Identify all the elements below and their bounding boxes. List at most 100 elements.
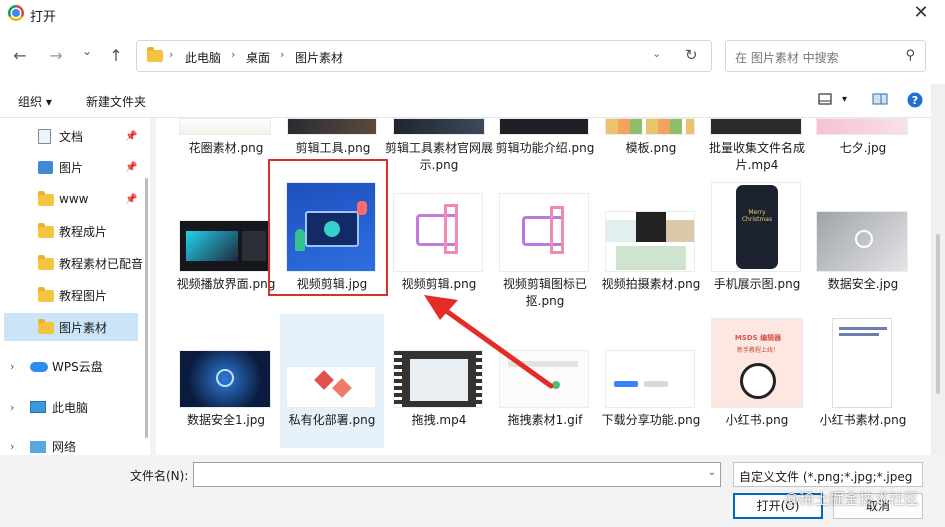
file-name[interactable]: 模板.png [596, 140, 706, 157]
file-thumbnail[interactable] [499, 193, 589, 272]
close-icon[interactable]: ✕ [909, 2, 933, 23]
svg-text:?: ? [912, 94, 918, 107]
file-thumbnail[interactable] [710, 118, 802, 135]
view-options-chevron-icon[interactable]: ▾ [842, 94, 847, 105]
sidebar-item-tutorial-dubbed[interactable]: 教程素材已配音 [0, 249, 144, 277]
file-name[interactable]: 小红书素材.png [808, 412, 918, 429]
sidebar-scrollbar[interactable] [145, 178, 148, 438]
file-name[interactable]: 小红书.png [702, 412, 812, 429]
file-name[interactable]: 视频拍摄素材.png [596, 276, 706, 293]
file-name[interactable]: 七夕.jpg [808, 140, 918, 157]
file-name[interactable]: 私有化部署.png [277, 412, 387, 429]
file-thumbnail[interactable] [816, 211, 908, 272]
sidebar-item-network[interactable]: › 网络 [0, 432, 140, 455]
sidebar-item-documents[interactable]: 文档 📌 [0, 122, 140, 150]
file-thumbnail[interactable] [179, 220, 271, 272]
pin-icon: 📌 [125, 161, 138, 173]
file-thumbnail[interactable]: MSDS 编辑器 新手教程上线！ [711, 318, 803, 408]
file-thumbnail[interactable] [499, 118, 589, 135]
sidebar-item-this-pc[interactable]: › 此电脑 [0, 393, 140, 421]
sidebar-item-pictures[interactable]: 图片 📌 [0, 153, 140, 181]
breadcrumb-desktop[interactable]: 桌面 [246, 49, 270, 66]
file-name[interactable]: 批量收集文件名成片.mp4 [702, 140, 812, 174]
new-folder-button[interactable]: 新建文件夹 [86, 93, 146, 110]
sidebar-item-label: 教程素材已配音 [59, 256, 144, 271]
pin-icon: 📌 [125, 193, 138, 205]
file-thumbnail[interactable] [393, 118, 485, 135]
file-name[interactable]: 视频剪辑图标已抠.png [490, 276, 600, 310]
forward-arrow-icon[interactable]: → [46, 46, 66, 65]
pictures-icon [38, 161, 53, 174]
file-name[interactable]: 拖拽素材1.gif [490, 412, 600, 429]
cloud-icon [30, 362, 48, 372]
up-arrow-icon[interactable]: ↑ [106, 46, 126, 65]
sidebar-item-tutorial-videos[interactable]: 教程成片 [0, 217, 140, 245]
filename-input[interactable]: ⌄ [193, 462, 721, 487]
sidebar-item-label: 教程成片 [59, 224, 108, 239]
breadcrumb-separator: › [231, 48, 236, 61]
navigation-pane: 文档 📌 图片 📌 www 📌 教程成片 教程素材已配音 教程图片 图片素材 ›… [0, 118, 150, 455]
pc-icon [30, 401, 46, 413]
open-file-dialog: 打开 ✕ ← → ⌄ ↑ › 此电脑 › 桌面 › 图片素材 ⌄ ↻ 在 图片素… [0, 0, 945, 527]
view-mode-icon[interactable] [818, 93, 832, 108]
scrollbar-thumb[interactable] [936, 234, 940, 394]
file-type-value: 自定义文件 (*.png;*.jpg;*.jpeg [739, 470, 913, 484]
file-thumbnail[interactable] [832, 318, 892, 408]
file-thumbnail[interactable] [179, 118, 271, 135]
file-thumbnail[interactable] [605, 118, 695, 135]
sidebar-item-tutorial-images[interactable]: 教程图片 [0, 281, 140, 309]
expand-chevron-icon[interactable]: › [10, 440, 14, 453]
sidebar-item-www[interactable]: www 📌 [0, 185, 140, 213]
expand-chevron-icon[interactable]: › [10, 401, 14, 414]
file-thumbnail[interactable] [286, 366, 376, 408]
title-bar: 打开 ✕ [0, 0, 945, 28]
file-name[interactable]: 剪辑工具素材官网展示.png [384, 140, 494, 174]
search-box[interactable]: 在 图片素材 中搜索 ⚲ [725, 40, 926, 72]
command-bar: 组织 ▾ 新建文件夹 ▾ ? [0, 84, 945, 118]
breadcrumb-picture-assets[interactable]: 图片素材 [295, 49, 343, 66]
file-thumbnail[interactable] [393, 350, 483, 408]
breadcrumb-this-pc[interactable]: 此电脑 [185, 49, 221, 66]
address-bar[interactable]: › 此电脑 › 桌面 › 图片素材 ⌄ ↻ [136, 40, 712, 72]
file-thumbnail[interactable] [499, 350, 589, 408]
file-thumbnail[interactable] [605, 350, 695, 408]
file-thumbnail[interactable]: Merry Christmas [711, 182, 801, 272]
file-name[interactable]: 手机展示图.png [702, 276, 812, 293]
refresh-icon[interactable]: ↻ [685, 46, 698, 64]
file-name[interactable]: 拖拽.mp4 [384, 412, 494, 429]
file-thumbnail[interactable] [816, 118, 908, 135]
expand-chevron-icon[interactable]: › [10, 360, 14, 373]
file-name[interactable]: 花圈素材.png [171, 140, 281, 157]
file-name[interactable]: 剪辑功能介绍.png [490, 140, 600, 157]
sidebar-item-wps-cloud[interactable]: › WPS云盘 [0, 352, 140, 380]
file-type-select[interactable]: 自定义文件 (*.png;*.jpg;*.jpeg [733, 462, 923, 487]
chevron-down-icon[interactable]: ⌄ [708, 467, 716, 478]
search-icon[interactable]: ⚲ [905, 48, 915, 63]
sidebar-item-label: 文档 [59, 129, 84, 144]
file-thumbnail[interactable] [605, 211, 695, 272]
preview-pane-icon[interactable] [872, 93, 888, 108]
filename-label: 文件名(N): [130, 469, 189, 483]
search-input[interactable]: 在 图片素材 中搜索 [735, 49, 839, 66]
sidebar-item-picture-assets[interactable]: 图片素材 [4, 313, 138, 341]
file-thumbnail[interactable] [393, 193, 483, 272]
watermark: @稀土掘金技术社区 [784, 490, 920, 508]
back-arrow-icon[interactable]: ← [10, 46, 30, 65]
file-name[interactable]: 数据安全1.jpg [171, 412, 281, 429]
address-dropdown-icon[interactable]: ⌄ [652, 47, 661, 60]
folder-icon [38, 223, 54, 238]
file-name[interactable]: 视频剪辑.png [384, 276, 494, 293]
help-icon[interactable]: ? [907, 92, 923, 111]
sidebar-item-label: WPS云盘 [52, 359, 103, 374]
file-thumbnail[interactable] [179, 350, 271, 408]
sidebar-item-label: 图片 [59, 160, 84, 175]
file-name[interactable]: 视频播放界面.png [171, 276, 281, 293]
chrome-icon [8, 5, 24, 21]
file-thumbnail[interactable] [287, 118, 377, 135]
file-name[interactable]: 数据安全.jpg [808, 276, 918, 293]
recent-locations-chevron-icon[interactable]: ⌄ [77, 44, 97, 58]
file-list-scrollbar[interactable] [931, 84, 945, 455]
file-name[interactable]: 下载分享功能.png [596, 412, 706, 429]
organize-menu[interactable]: 组织 ▾ [18, 93, 52, 110]
file-name[interactable]: 剪辑工具.png [278, 140, 388, 157]
